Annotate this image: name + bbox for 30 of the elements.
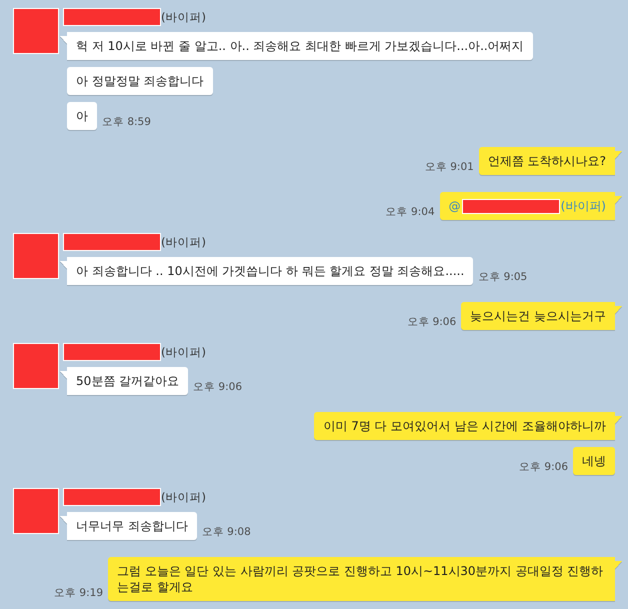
- message-time: 오후 9:19: [54, 586, 103, 600]
- avatar-redaction-block[interactable]: [13, 488, 59, 534]
- message-time: 오후 9:06: [193, 380, 242, 394]
- message-bubble: 헉 저 10시로 바뀐 줄 알고.. 아.. 죄송해요 최대한 빠르게 가보겠습니다...아..어쩌지: [60, 32, 533, 60]
- message-bubble: 아 정말정말 죄송합니다: [67, 67, 213, 95]
- message-bubble: 아 죄송합니다 .. 10시전에 가겟씁니다 하 뭐든 할게요 정말 죄송해요.....: [60, 257, 474, 285]
- message-time: 오후 9:06: [407, 315, 456, 329]
- message-time: 오후 9:06: [519, 460, 568, 474]
- avatar-redaction-block[interactable]: [13, 343, 59, 389]
- message-time: 오후 8:59: [102, 115, 151, 129]
- sender-name: (바이퍼): [161, 234, 206, 250]
- message-bubble: 아: [67, 102, 97, 130]
- sender-name: (바이퍼): [161, 10, 206, 24]
- message-time: 오후 9:05: [478, 270, 528, 284]
- message-bubble: 늦으시는건 늦으시는거구: [461, 302, 622, 330]
- message-time: 오후 9:08: [202, 525, 251, 539]
- mention-at-sign: @: [448, 198, 461, 214]
- message-bubble: 네넹: [573, 447, 615, 475]
- sender-name: (바이퍼): [161, 344, 206, 360]
- message-time: 오후 9:01: [424, 160, 474, 174]
- message-time: 오후 9:04: [386, 205, 435, 219]
- sender-name: (바이퍼): [161, 490, 206, 504]
- message-bubble: 그럼 오늘은 일단 있는 사람끼리 공팟으로 진행하고 10시~11시30분까지 공대일정 진행하는걸로 할게요: [108, 557, 622, 601]
- avatar-redaction-block[interactable]: [13, 233, 59, 279]
- message-bubble: 50분쯤 갈꺼같아요: [60, 367, 188, 395]
- message-bubble: 언제쯤 도착하시나요?: [478, 147, 622, 175]
- message-bubble: 이미 7명 다 모여있어서 남은 시간에 조율해야하니까: [314, 412, 622, 440]
- avatar-redaction-block[interactable]: [13, 8, 59, 54]
- message-bubble: 너무너무 죄송합니다: [60, 512, 197, 540]
- mention-name: (바이퍼): [560, 198, 606, 214]
